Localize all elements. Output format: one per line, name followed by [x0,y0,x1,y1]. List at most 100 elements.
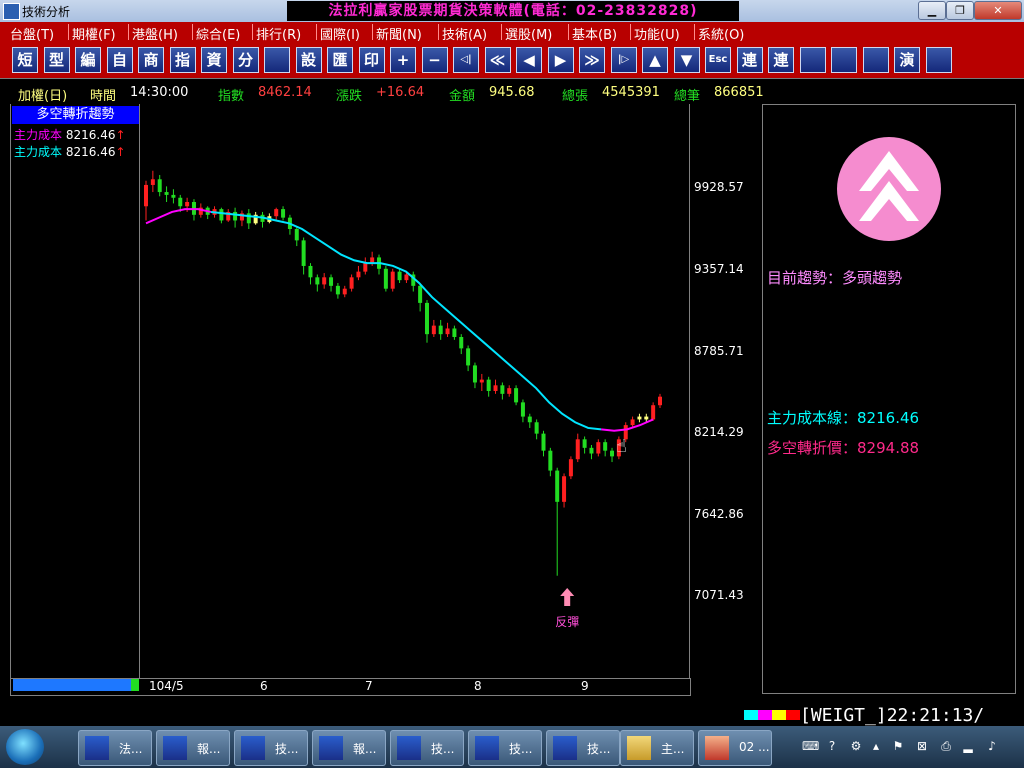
scroll-position-end[interactable] [131,679,139,691]
index-name: 加權(日) [18,89,68,104]
candle [568,456,573,480]
taskbar-item[interactable]: 技... [468,730,542,766]
chart-canvas[interactable]: 反彈 ☝ [138,104,689,678]
y-tick-label: 7071.43 [694,588,744,602]
y-tick-label: 7642.86 [694,507,744,521]
split-icon[interactable]: 分 [232,47,259,73]
y-tick-label: 8214.29 [694,425,744,439]
candle-body [157,179,162,193]
taskbar-item[interactable]: 報... [312,730,386,766]
signal-icon[interactable]: ▂ [960,738,976,754]
back-icon[interactable]: ◀ [516,47,542,73]
pattern-icon[interactable]: 型 [43,47,70,73]
fast-back-icon[interactable]: ≪ [484,47,511,73]
demo-icon[interactable]: 演 [894,47,920,73]
candle [383,265,388,292]
note-icon[interactable] [925,47,952,73]
candle [226,209,231,222]
up-icon[interactable]: ▲ [642,47,668,73]
candle [171,189,176,204]
chart-icon[interactable] [264,47,290,73]
settings-icon[interactable]: 設 [295,47,322,73]
menu-item-5[interactable]: 國際(I) [320,24,360,43]
menu-item-2[interactable]: 港盤(H) [132,24,178,43]
printer-icon[interactable]: ⎙ [938,738,954,754]
candle [500,382,505,400]
x-tick-label: 8 [474,679,482,693]
taskbar-item[interactable]: 技... [234,730,308,766]
minimize-button[interactable]: ▁ [918,1,946,20]
menu-item-7[interactable]: 技術(A) [442,24,487,43]
menu-item-11[interactable]: 系統(O) [698,24,744,43]
menu-item-4[interactable]: 排行(R) [256,24,301,43]
taskbar-item[interactable]: 02 ... [698,730,772,766]
zoom-in-icon[interactable]: + [390,47,416,73]
keyboard-icon[interactable]: ⌨ [802,738,819,754]
link2-icon[interactable]: 連 [768,47,794,73]
scroll-position-bar[interactable] [13,679,131,691]
taskbar-item[interactable]: 主... [620,730,694,766]
trend-value: 多頭趨勢 [842,269,903,287]
time-label: 時間 [90,89,117,104]
taskbar-item[interactable]: 技... [546,730,620,766]
candle-body [233,211,238,221]
taskbar-item[interactable]: 法... [78,730,152,766]
menu-separator [501,24,502,40]
candle [424,300,429,343]
menu-item-8[interactable]: 選股(M) [505,24,552,43]
candle [157,175,162,197]
maximize-button[interactable]: ❐ [946,1,974,20]
x-tick-label: 7 [365,679,373,693]
menu-item-3[interactable]: 綜合(E) [196,24,240,43]
window-icon[interactable] [799,47,826,73]
link-icon[interactable]: 連 [736,47,763,73]
down-icon[interactable]: ▼ [673,47,700,73]
network-off-icon[interactable]: ⊠ [914,738,930,754]
menu-item-9[interactable]: 基本(B) [572,24,617,43]
indicator-title[interactable]: 多空轉折趨勢 [12,106,139,124]
index-icon[interactable]: 指 [169,47,196,73]
candle-body [329,277,334,286]
custom-icon[interactable]: 自 [106,47,133,73]
taskbar-item[interactable]: 技... [390,730,464,766]
first-icon[interactable]: ◁| [453,47,479,73]
short-icon[interactable]: 短 [12,47,38,73]
esc-icon[interactable]: Esc [705,47,731,73]
candle [308,263,313,285]
index-label: 指數 [218,89,245,104]
candle-body [514,388,519,403]
taskbar-app-icon [163,736,187,760]
forward-icon[interactable]: ▶ [547,47,574,73]
close-button[interactable]: ✕ [974,1,1022,20]
lock-icon[interactable] [831,47,857,73]
candle [589,444,594,460]
cost-label: 主力成本線： [767,409,858,427]
data-icon[interactable]: 資 [201,47,227,73]
menu-item-10[interactable]: 功能(U) [634,24,680,43]
volume-icon[interactable]: ♪ [984,738,1000,754]
tray-expand-icon[interactable]: ▴ [868,738,884,754]
tools-icon[interactable] [862,47,889,73]
zoom-out-icon[interactable]: − [421,47,448,73]
start-button[interactable] [6,729,44,765]
fast-forward-icon[interactable]: ≫ [579,47,605,73]
candle-body [507,388,512,394]
last-icon[interactable]: |▷ [610,47,637,73]
menu-item-1[interactable]: 期權(F) [72,24,116,43]
edit-icon[interactable]: 編 [75,47,101,73]
help-icon[interactable]: ? [824,738,840,754]
candle-body [589,447,594,454]
commodity-icon[interactable]: 商 [138,47,164,73]
menu-item-0[interactable]: 台盤(T) [10,24,54,43]
print-icon[interactable]: 印 [358,47,385,73]
export-icon[interactable]: 匯 [327,47,353,73]
settings-tray-icon[interactable]: ⚙ [848,738,864,754]
menu-item-6[interactable]: 新聞(N) [376,24,422,43]
candlestick-chart[interactable]: 反彈 ☝ [138,104,690,678]
candle [150,170,155,193]
turn-price-row: 多空轉折價：8294.88 [767,437,919,458]
x-axis-bar[interactable]: 104/5 6 7 8 9 [10,678,691,696]
volume-value: 4545391 [602,85,660,100]
taskbar-item[interactable]: 報... [156,730,230,766]
flag-icon[interactable]: ⚑ [890,738,906,754]
